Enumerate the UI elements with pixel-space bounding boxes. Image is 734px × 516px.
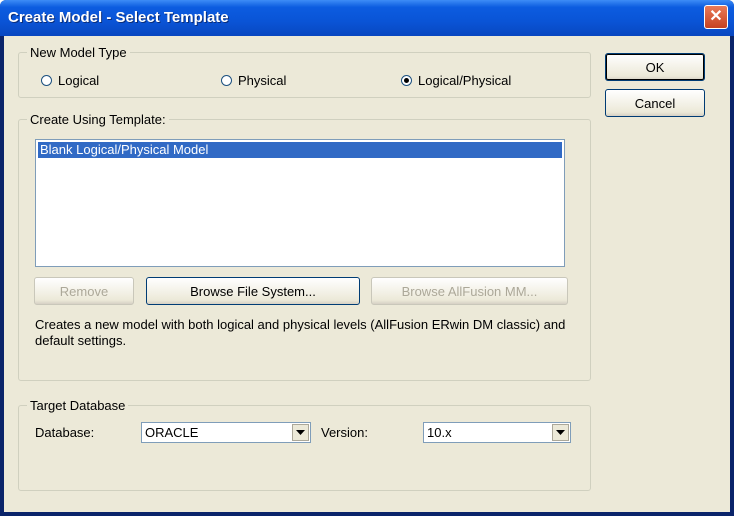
browse-allfusion-mm-button[interactable]: Browse AllFusion MM... xyxy=(371,277,568,305)
close-icon[interactable]: ✕ xyxy=(704,5,728,29)
database-label: Database: xyxy=(35,425,95,440)
template-list[interactable]: Blank Logical/Physical Model xyxy=(35,139,565,267)
target-database-group: Target Database Database: ORACLE Version… xyxy=(18,398,591,491)
template-description: Creates a new model with both logical an… xyxy=(35,317,566,348)
radio-logical-dot[interactable] xyxy=(41,75,52,86)
dialog-window: Create Model - Select Template ✕ New Mod… xyxy=(0,0,734,516)
radio-physical[interactable]: Physical xyxy=(221,73,286,88)
dialog-body: New Model Type Logical Physical Logical/… xyxy=(4,36,730,512)
database-value: ORACLE xyxy=(145,425,199,440)
model-type-group: New Model Type Logical Physical Logical/… xyxy=(18,45,591,98)
radio-logical-label: Logical xyxy=(58,73,100,88)
version-select[interactable]: 10.x xyxy=(423,422,571,443)
browse-file-system-button[interactable]: Browse File System... xyxy=(146,277,360,305)
radio-logical-physical-dot[interactable] xyxy=(401,75,412,86)
version-value: 10.x xyxy=(427,425,452,440)
radio-physical-label: Physical xyxy=(238,73,287,88)
radio-logical-physical[interactable]: Logical/Physical xyxy=(401,73,511,88)
version-label: Version: xyxy=(321,425,368,440)
radio-logical[interactable]: Logical xyxy=(41,73,99,88)
template-legend: Create Using Template: xyxy=(27,112,169,127)
target-database-legend: Target Database xyxy=(27,398,129,413)
template-list-item[interactable]: Blank Logical/Physical Model xyxy=(38,142,562,158)
cancel-button[interactable]: Cancel xyxy=(605,89,705,117)
window-title: Create Model - Select Template xyxy=(8,9,229,26)
radio-physical-dot[interactable] xyxy=(221,75,232,86)
model-type-legend: New Model Type xyxy=(27,45,130,60)
database-select[interactable]: ORACLE xyxy=(141,422,311,443)
radio-logical-physical-label: Logical/Physical xyxy=(418,73,512,88)
template-group: Create Using Template: Blank Logical/Phy… xyxy=(18,112,591,381)
chevron-down-icon[interactable] xyxy=(552,424,569,441)
ok-button[interactable]: OK xyxy=(605,53,705,81)
remove-button[interactable]: Remove xyxy=(34,277,134,305)
chevron-down-icon[interactable] xyxy=(292,424,309,441)
title-bar[interactable]: Create Model - Select Template ✕ xyxy=(0,0,734,36)
